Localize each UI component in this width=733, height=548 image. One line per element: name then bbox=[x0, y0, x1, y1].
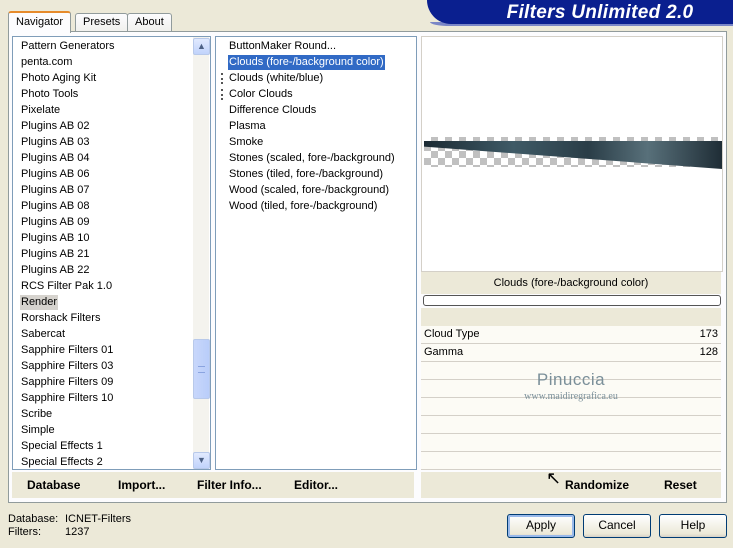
category-item[interactable]: Plugins AB 06 bbox=[20, 167, 91, 182]
progress-bar bbox=[423, 295, 721, 306]
favorite-marker-icon bbox=[221, 89, 227, 100]
category-item[interactable]: Simple bbox=[20, 423, 56, 438]
category-item[interactable]: Sapphire Filters 01 bbox=[20, 343, 114, 358]
category-item[interactable]: Plugins AB 08 bbox=[20, 199, 91, 214]
category-item[interactable]: RCS Filter Pak 1.0 bbox=[20, 279, 113, 294]
category-item[interactable]: Sapphire Filters 09 bbox=[20, 375, 114, 390]
filter-list[interactable]: ButtonMaker Round... Clouds (fore-/backgr… bbox=[215, 36, 417, 470]
editor-button[interactable]: Editor... bbox=[294, 478, 338, 492]
filter-item[interactable]: Stones (scaled, fore-/background) bbox=[228, 151, 396, 166]
preview-image bbox=[421, 36, 723, 272]
filter-item[interactable]: Clouds (white/blue) bbox=[228, 71, 324, 86]
filter-info-button[interactable]: Filter Info... bbox=[197, 478, 262, 492]
filter-item[interactable]: Stones (tiled, fore-/background) bbox=[228, 167, 384, 182]
reset-button[interactable]: Reset bbox=[664, 478, 697, 492]
category-item[interactable]: Plugins AB 09 bbox=[20, 215, 91, 230]
watermark-site: www.maidiregrafica.eu bbox=[524, 391, 618, 402]
filters-label: Filters: bbox=[8, 526, 41, 538]
empty-slider-row bbox=[421, 434, 721, 452]
category-scrollbar[interactable]: ▲ ▼ bbox=[193, 37, 210, 469]
randomize-button[interactable]: Randomize bbox=[565, 478, 629, 492]
category-item[interactable]: Rorshack Filters bbox=[20, 311, 101, 326]
import-button[interactable]: Import... bbox=[118, 478, 165, 492]
grip-icon bbox=[198, 366, 205, 373]
filter-item[interactable]: Clouds (fore-/background color) bbox=[227, 54, 386, 71]
controls-header bbox=[421, 308, 721, 326]
watermark-name: Pinuccia bbox=[536, 370, 606, 389]
category-item[interactable]: Photo Tools bbox=[20, 87, 79, 102]
filter-item[interactable]: Wood (scaled, fore-/background) bbox=[228, 183, 390, 198]
category-item[interactable]: Plugins AB 22 bbox=[20, 263, 91, 278]
filter-item[interactable]: Difference Clouds bbox=[228, 103, 317, 118]
param-label: Cloud Type bbox=[424, 328, 480, 340]
mouse-cursor-icon: ↖ bbox=[546, 468, 562, 488]
filter-item[interactable]: Plasma bbox=[228, 119, 267, 134]
param-value: 173 bbox=[699, 328, 718, 340]
slider-cloud-type[interactable]: Cloud Type 173 bbox=[421, 326, 721, 344]
filters-count: 1237 bbox=[65, 526, 90, 538]
scroll-up-button[interactable]: ▲ bbox=[193, 38, 210, 55]
filter-item[interactable]: Color Clouds bbox=[228, 87, 294, 102]
preview-command-bar: Randomize Reset bbox=[421, 472, 721, 498]
category-item[interactable]: Pattern Generators bbox=[20, 39, 116, 54]
param-label: Gamma bbox=[424, 346, 464, 358]
tab-presets[interactable]: Presets bbox=[75, 13, 129, 31]
param-value: 128 bbox=[699, 346, 718, 358]
category-item[interactable]: Plugins AB 04 bbox=[20, 151, 91, 166]
filter-item[interactable]: ButtonMaker Round... bbox=[228, 39, 337, 54]
category-item[interactable]: Pixelate bbox=[20, 103, 61, 118]
selected-filter-name: Clouds (fore-/background color) bbox=[421, 272, 721, 294]
category-item[interactable]: penta.com bbox=[20, 55, 73, 70]
category-item[interactable]: Plugins AB 07 bbox=[20, 183, 91, 198]
empty-slider-row bbox=[421, 416, 721, 434]
tab-navigator[interactable]: Navigator bbox=[8, 11, 72, 33]
database-value: ICNET-Filters bbox=[65, 513, 131, 525]
category-item[interactable]: Scribe bbox=[20, 407, 53, 422]
filter-item[interactable]: Smoke bbox=[228, 135, 264, 150]
category-item[interactable]: Plugins AB 10 bbox=[20, 231, 91, 246]
category-item[interactable]: Sapphire Filters 10 bbox=[20, 391, 114, 406]
help-button[interactable]: Help bbox=[659, 514, 727, 538]
category-item[interactable]: Sapphire Filters 03 bbox=[20, 359, 114, 374]
category-item[interactable]: Render bbox=[20, 295, 59, 310]
favorite-marker-icon bbox=[221, 73, 227, 84]
scroll-thumb[interactable] bbox=[193, 339, 210, 399]
category-item[interactable]: Plugins AB 21 bbox=[20, 247, 91, 262]
cancel-button[interactable]: Cancel bbox=[583, 514, 651, 538]
apply-button[interactable]: Apply bbox=[507, 514, 575, 538]
slider-gamma[interactable]: Gamma 128 bbox=[421, 344, 721, 362]
category-list[interactable]: ▲ ▼ Pattern Generators penta.com Photo Agi… bbox=[12, 36, 211, 470]
category-item[interactable]: Special Effects 2 bbox=[20, 455, 104, 469]
category-item[interactable]: Plugins AB 03 bbox=[20, 135, 91, 150]
app-title: Filters Unlimited 2.0 bbox=[506, 2, 694, 23]
command-bar: Database Import... Filter Info... Editor… bbox=[12, 472, 414, 498]
category-item[interactable]: Sabercat bbox=[20, 327, 66, 342]
database-button[interactable]: Database bbox=[27, 478, 80, 492]
filter-item[interactable]: Wood (tiled, fore-/background) bbox=[228, 199, 378, 214]
scroll-down-button[interactable]: ▼ bbox=[193, 452, 210, 469]
category-item[interactable]: Special Effects 1 bbox=[20, 439, 104, 454]
tab-about[interactable]: About bbox=[127, 13, 172, 31]
database-label: Database: bbox=[8, 513, 59, 525]
category-item[interactable]: Photo Aging Kit bbox=[20, 71, 97, 86]
status-area: Database: ICNET-Filters Filters: 1237 bbox=[8, 513, 131, 539]
empty-slider-row bbox=[421, 452, 721, 470]
category-item[interactable]: Plugins AB 02 bbox=[20, 119, 91, 134]
